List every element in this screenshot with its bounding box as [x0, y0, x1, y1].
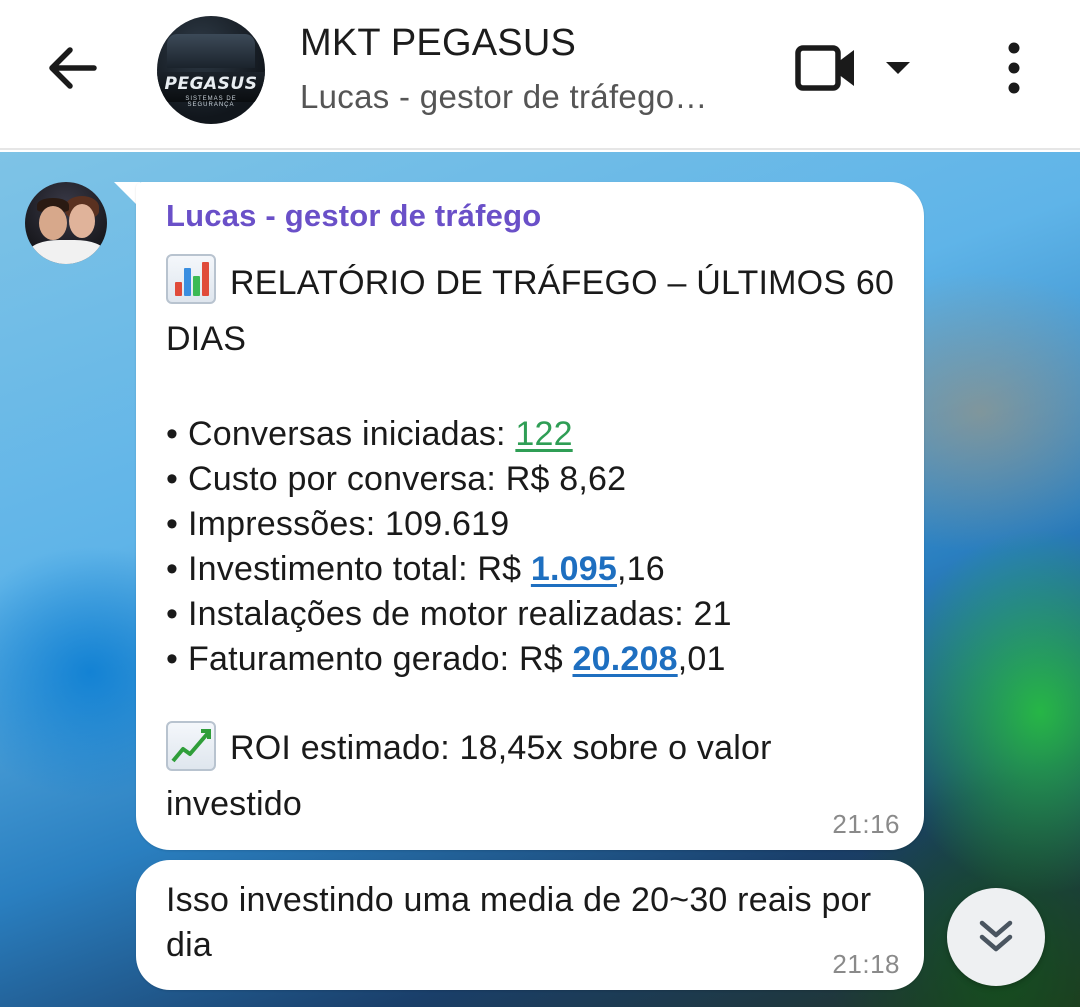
roi-text: ROI estimado: 18,45x sobre o valor inves… [166, 729, 772, 823]
message-bubble[interactable]: Isso investindo uma media de 20~30 reais… [136, 860, 924, 990]
list-item: • Conversas iniciadas: 122 [166, 415, 573, 453]
chat-header: PEGASUS SISTEMAS DE SEGURANÇA MKT PEGASU… [0, 0, 1080, 150]
chart-increasing-emoji-icon [166, 721, 216, 771]
arrow-left-icon [49, 47, 97, 89]
roi-line: ROI estimado: 18,45x sobre o valor inves… [166, 720, 896, 832]
list-item: • Investimento total: R$ 1.095,16 [166, 550, 665, 588]
avatar-logo-subtext: SISTEMAS DE SEGURANÇA [185, 96, 237, 108]
investment-link[interactable]: 1.095 [531, 550, 617, 588]
avatar-logo-text: PEGASUS [164, 74, 258, 94]
sender-name[interactable]: Lucas - gestor de tráfego [166, 198, 541, 234]
more-options-button[interactable] [994, 36, 1034, 100]
report-title-text: RELATÓRIO DE TRÁFEGO – ÚLTIMOS 60 DIAS [166, 264, 895, 358]
conversations-link[interactable]: 122 [515, 415, 572, 453]
back-button[interactable] [40, 36, 104, 100]
double-chevron-down-icon [979, 920, 1013, 952]
list-item: • Custo por conversa: R$ 8,62 [166, 460, 627, 498]
more-vertical-icon [1008, 42, 1020, 94]
report-title: RELATÓRIO DE TRÁFEGO – ÚLTIMOS 60 DIAS [166, 254, 896, 367]
call-options-dropdown[interactable] [880, 52, 916, 84]
chat-subtitle[interactable]: Lucas - gestor de tráfego… [300, 78, 750, 116]
chat-title[interactable]: MKT PEGASUS [300, 22, 576, 65]
list-item: • Faturamento gerado: R$ 20.208,01 [166, 640, 726, 678]
group-avatar[interactable]: PEGASUS SISTEMAS DE SEGURANÇA [157, 16, 265, 124]
revenue-link[interactable]: 20.208 [572, 640, 677, 678]
list-item: • Instalações de motor realizadas: 21 [166, 595, 732, 633]
message-time: 21:18 [832, 949, 900, 979]
message-time: 21:16 [832, 809, 900, 839]
sender-avatar[interactable] [25, 182, 107, 264]
message-bubble[interactable]: Lucas - gestor de tráfego RELATÓRIO DE T… [136, 182, 924, 850]
avatar-vehicle-shape [167, 34, 255, 68]
video-call-button[interactable] [790, 38, 860, 98]
caret-down-icon [886, 62, 910, 74]
video-camera-icon [795, 45, 854, 91]
message-text: Isso investindo uma media de 20~30 reais… [166, 881, 872, 964]
message-text: RELATÓRIO DE TRÁFEGO – ÚLTIMOS 60 DIAS •… [166, 254, 896, 832]
list-item: • Impressões: 109.619 [166, 505, 510, 543]
bar-chart-emoji-icon [166, 254, 216, 304]
scroll-to-bottom-button[interactable] [947, 888, 1045, 986]
